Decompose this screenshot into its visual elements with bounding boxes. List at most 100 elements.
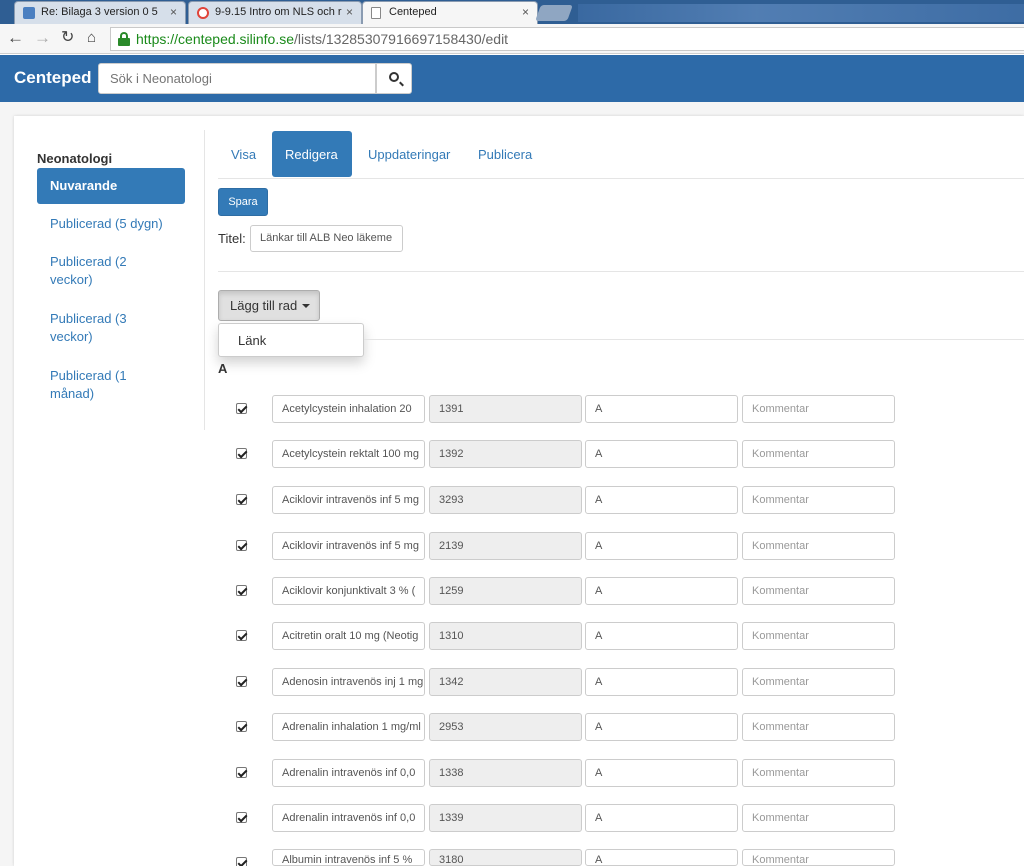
home-icon[interactable]: ⌂ (87, 28, 96, 48)
row-letter-field[interactable]: A (585, 713, 738, 741)
row-id-field: 1392 (429, 440, 582, 468)
add-row-button[interactable]: Lägg till rad (218, 290, 320, 321)
dropdown-item-lank[interactable]: Länk (238, 333, 266, 348)
reload-icon[interactable]: ↻ (61, 28, 74, 48)
sidebar-item-nuvarande[interactable]: Nuvarande (37, 168, 185, 204)
tab-publicera[interactable]: Publicera (465, 131, 545, 177)
sidebar-item-publicerad-2-veckor[interactable]: Publicerad (2 veckor) (37, 253, 147, 289)
row-letter-field[interactable]: A (585, 622, 738, 650)
row-id-field: 1338 (429, 759, 582, 787)
sidebar-item-publicerad-1-manad[interactable]: Publicerad (1 månad) (37, 367, 147, 403)
row-comment-field[interactable]: Kommentar (742, 577, 895, 605)
search-input[interactable] (98, 63, 376, 94)
browser-tab-title: Centeped (389, 6, 437, 18)
divider (218, 271, 1024, 272)
row-checkbox[interactable] (236, 494, 247, 505)
add-row-label: Lägg till rad (230, 298, 298, 313)
list-row: Acitretin oralt 10 mg (Neotig 1310 A Kom… (218, 622, 918, 650)
row-comment-field[interactable]: Kommentar (742, 440, 895, 468)
list-row: Acetylcystein inhalation 20 1391 A Komme… (218, 395, 918, 423)
sidebar-title: Neonatologi (37, 151, 113, 166)
row-letter-field[interactable]: A (585, 804, 738, 832)
row-checkbox[interactable] (236, 448, 247, 459)
row-comment-field[interactable]: Kommentar (742, 622, 895, 650)
row-comment-field[interactable]: Kommentar (742, 668, 895, 696)
row-name-field[interactable]: Adrenalin intravenös inf 0,0 (272, 759, 425, 787)
row-name-field[interactable]: Adrenalin inhalation 1 mg/ml (272, 713, 425, 741)
row-comment-field[interactable]: Kommentar (742, 759, 895, 787)
close-icon[interactable]: × (522, 5, 529, 19)
row-comment-field[interactable]: Kommentar (742, 713, 895, 741)
list-row: Aciklovir konjunktivalt 3 % ( 1259 A Kom… (218, 577, 918, 605)
brand-logo[interactable]: Centeped (14, 68, 91, 88)
row-id-field: 2953 (429, 713, 582, 741)
browser-tab-title: 9-9.15 Intro om NLS och r (215, 6, 342, 18)
tab-redigera[interactable]: Redigera (272, 131, 352, 177)
row-name-field[interactable]: Adenosin intravenös inj 1 mg (272, 668, 425, 696)
list-row: Adrenalin intravenös inf 0,0 1338 A Komm… (218, 759, 918, 787)
row-comment-field[interactable]: Kommentar (742, 395, 895, 423)
new-tab-button[interactable] (535, 5, 573, 21)
row-checkbox[interactable] (236, 767, 247, 778)
row-id-field: 2139 (429, 532, 582, 560)
close-icon[interactable]: × (346, 5, 353, 19)
search-button[interactable] (376, 63, 412, 94)
divider (364, 339, 1024, 340)
row-name-field[interactable]: Acitretin oralt 10 mg (Neotig (272, 622, 425, 650)
row-letter-field[interactable]: A (585, 668, 738, 696)
row-checkbox[interactable] (236, 630, 247, 641)
browser-tab-2[interactable]: 9-9.15 Intro om NLS och r × (188, 1, 362, 24)
tabs-divider (218, 178, 1024, 179)
back-icon[interactable]: ← (7, 28, 24, 48)
row-checkbox[interactable] (236, 540, 247, 551)
sidebar-item-publicerad-5-dygn[interactable]: Publicerad (5 dygn) (37, 215, 185, 233)
row-checkbox[interactable] (236, 676, 247, 687)
sidebar-divider (204, 130, 205, 430)
row-letter-field[interactable]: A (585, 759, 738, 787)
row-name-field[interactable]: Aciklovir intravenös inf 5 mg (272, 486, 425, 514)
title-input[interactable]: Länkar till ALB Neo läkeme (250, 225, 403, 252)
list-row: Albumin intravenös inf 5 % 3180 A Kommen… (218, 849, 918, 866)
row-letter-field[interactable]: A (585, 440, 738, 468)
row-checkbox[interactable] (236, 403, 247, 414)
add-row-dropdown: Länk (218, 323, 364, 357)
row-letter-field[interactable]: A (585, 849, 738, 866)
browser-tab-1[interactable]: Re: Bilaga 3 version 0 5 × (14, 1, 186, 24)
list-row: Aciklovir intravenös inf 5 mg 3293 A Kom… (218, 486, 918, 514)
row-checkbox[interactable] (236, 721, 247, 732)
row-name-field[interactable]: Aciklovir intravenös inf 5 mg (272, 532, 425, 560)
save-button[interactable]: Spara (218, 188, 268, 216)
row-name-field[interactable]: Albumin intravenös inf 5 % (272, 849, 425, 866)
row-id-field: 3293 (429, 486, 582, 514)
row-letter-field[interactable]: A (585, 577, 738, 605)
google-icon (197, 7, 209, 19)
browser-tab-3[interactable]: Centeped × (362, 1, 538, 24)
address-bar[interactable]: https://centeped.silinfo.se/lists/132853… (110, 27, 1024, 51)
row-id-field: 1259 (429, 577, 582, 605)
list-row: Adrenalin inhalation 1 mg/ml 2953 A Komm… (218, 713, 918, 741)
row-name-field[interactable]: Aciklovir konjunktivalt 3 % ( (272, 577, 425, 605)
browser-tab-title: Re: Bilaga 3 version 0 5 (41, 6, 158, 18)
row-name-field[interactable]: Acetylcystein inhalation 20 (272, 395, 425, 423)
row-checkbox[interactable] (236, 812, 247, 823)
row-comment-field[interactable]: Kommentar (742, 849, 895, 866)
row-name-field[interactable]: Acetylcystein rektalt 100 mg (272, 440, 425, 468)
row-comment-field[interactable]: Kommentar (742, 804, 895, 832)
sidebar-item-publicerad-3-veckor[interactable]: Publicerad (3 veckor) (37, 310, 147, 346)
row-checkbox[interactable] (236, 585, 247, 596)
list-row: Adenosin intravenös inj 1 mg 1342 A Komm… (218, 668, 918, 696)
row-comment-field[interactable]: Kommentar (742, 486, 895, 514)
close-icon[interactable]: × (170, 5, 177, 19)
tab-visa[interactable]: Visa (218, 131, 269, 177)
section-heading: A (218, 361, 228, 376)
row-comment-field[interactable]: Kommentar (742, 532, 895, 560)
tab-uppdateringar[interactable]: Uppdateringar (355, 131, 463, 177)
lock-icon (118, 32, 130, 46)
forward-icon[interactable]: → (34, 28, 51, 48)
row-name-field[interactable]: Adrenalin intravenös inf 0,0 (272, 804, 425, 832)
list-row: Aciklovir intravenös inf 5 mg 2139 A Kom… (218, 532, 918, 560)
row-letter-field[interactable]: A (585, 486, 738, 514)
row-checkbox[interactable] (236, 857, 247, 866)
row-letter-field[interactable]: A (585, 395, 738, 423)
row-letter-field[interactable]: A (585, 532, 738, 560)
